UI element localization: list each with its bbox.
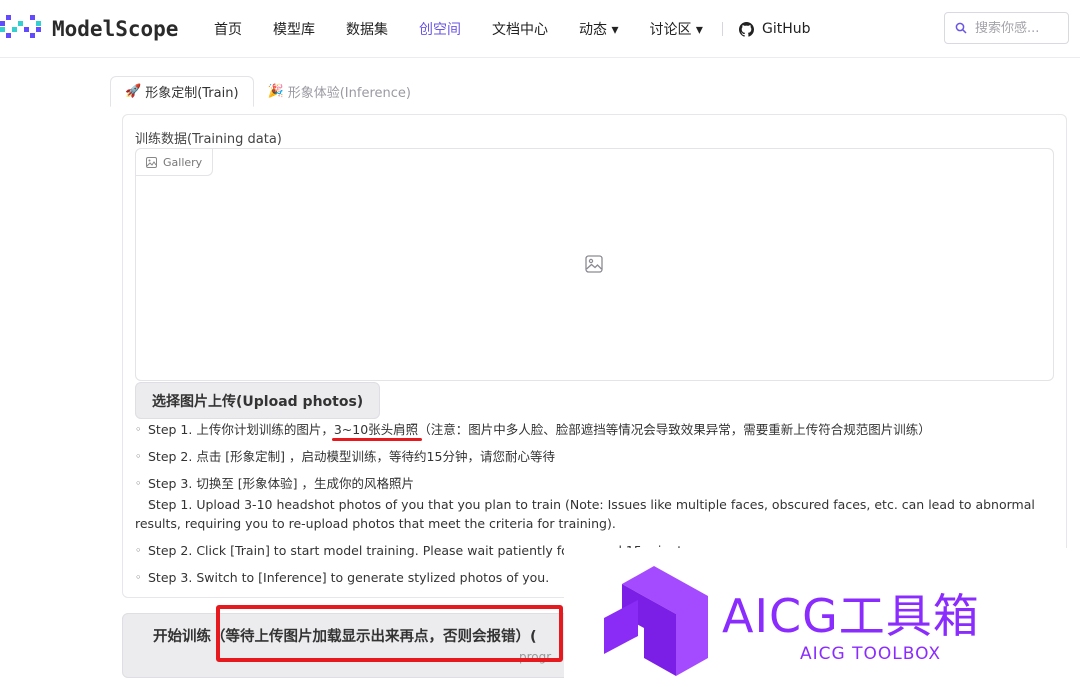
aicg-watermark: AICG工具箱 AICG TOOLBOX bbox=[564, 548, 1080, 687]
tab-inference[interactable]: 🎉 形象体验(Inference) bbox=[254, 76, 425, 107]
nav-datasets[interactable]: 数据集 bbox=[346, 19, 388, 39]
nav-forum-dropdown[interactable]: 讨论区 ▾ bbox=[649, 19, 702, 39]
list-item: Step 1. Upload 3-10 headshot photos of y… bbox=[135, 495, 1060, 533]
logo-text: ModelScope bbox=[52, 17, 179, 41]
annotation-red-box bbox=[216, 605, 563, 662]
nav-models[interactable]: 模型库 bbox=[273, 19, 315, 39]
list-item: Step 3. 切换至 [形象体验] ，生成你的风格照片 bbox=[135, 474, 1060, 493]
nav-studios[interactable]: 创空间 bbox=[419, 19, 461, 39]
nav-home[interactable]: 首页 bbox=[214, 19, 242, 39]
party-icon: 🎉 bbox=[267, 84, 284, 99]
image-placeholder-icon bbox=[585, 255, 603, 277]
modelscope-logo-icon bbox=[0, 15, 41, 38]
tab-inference-label: 形象体验(Inference) bbox=[287, 86, 411, 101]
training-data-label: 训练数据(Training data) bbox=[135, 132, 282, 147]
list-item: Step 1. 上传你计划训练的图片，3~10张头肩照（注意：图片中多人脸、脸部… bbox=[135, 420, 1060, 439]
nav-github[interactable]: GitHub bbox=[738, 21, 811, 37]
search-input[interactable] bbox=[975, 20, 1065, 36]
tab-train[interactable]: 🚀 形象定制(Train) bbox=[110, 76, 254, 107]
modelscope-logo[interactable]: ModelScope bbox=[0, 14, 178, 44]
gallery-icon bbox=[146, 156, 157, 168]
nav-news-dropdown[interactable]: 动态 ▾ bbox=[579, 19, 618, 39]
step1-cn-note: （注意：图片中多人脸、脸部遮挡等情况会导致效果异常，需要重新上传符合规范图片训练… bbox=[418, 422, 931, 437]
search-icon bbox=[955, 22, 967, 34]
step1-highlight: 3~10张头肩照 bbox=[333, 422, 419, 437]
tab-train-label: 形象定制(Train) bbox=[145, 86, 239, 101]
gallery-tag-label: Gallery bbox=[163, 155, 203, 169]
gallery-tag: Gallery bbox=[136, 149, 214, 176]
watermark-subtitle: AICG TOOLBOX bbox=[800, 644, 942, 664]
list-item: Step 2. 点击 [形象定制] ，启动模型训练，等待约15分钟，请您耐心等待 bbox=[135, 447, 1060, 466]
train-panel: 训练数据(Training data) Gallery 选择图片上传(Uploa… bbox=[122, 114, 1067, 598]
nav-divider bbox=[721, 22, 723, 36]
aicg-logo-icon bbox=[604, 566, 708, 676]
rocket-icon: 🚀 bbox=[125, 84, 142, 99]
nav-docs[interactable]: 文档中心 bbox=[492, 19, 548, 39]
upload-photos-button[interactable]: 选择图片上传(Upload photos) bbox=[135, 382, 381, 419]
watermark-title: AICG工具箱 bbox=[722, 589, 980, 643]
search-box[interactable] bbox=[944, 12, 1069, 44]
gallery-dropzone[interactable]: Gallery bbox=[135, 148, 1054, 381]
step1-cn-text: Step 1. 上传你计划训练的图片， bbox=[148, 422, 334, 437]
github-label: GitHub bbox=[761, 21, 811, 37]
tab-bar: 🚀 形象定制(Train) 🎉 形象体验(Inference) bbox=[110, 76, 425, 107]
main-nav: 首页 模型库 数据集 创空间 文档中心 动态 ▾ 讨论区 ▾ GitHub bbox=[214, 0, 810, 58]
github-icon bbox=[738, 21, 754, 37]
top-nav-bar: ModelScope 首页 模型库 数据集 创空间 文档中心 动态 ▾ 讨论区 … bbox=[0, 0, 1080, 58]
